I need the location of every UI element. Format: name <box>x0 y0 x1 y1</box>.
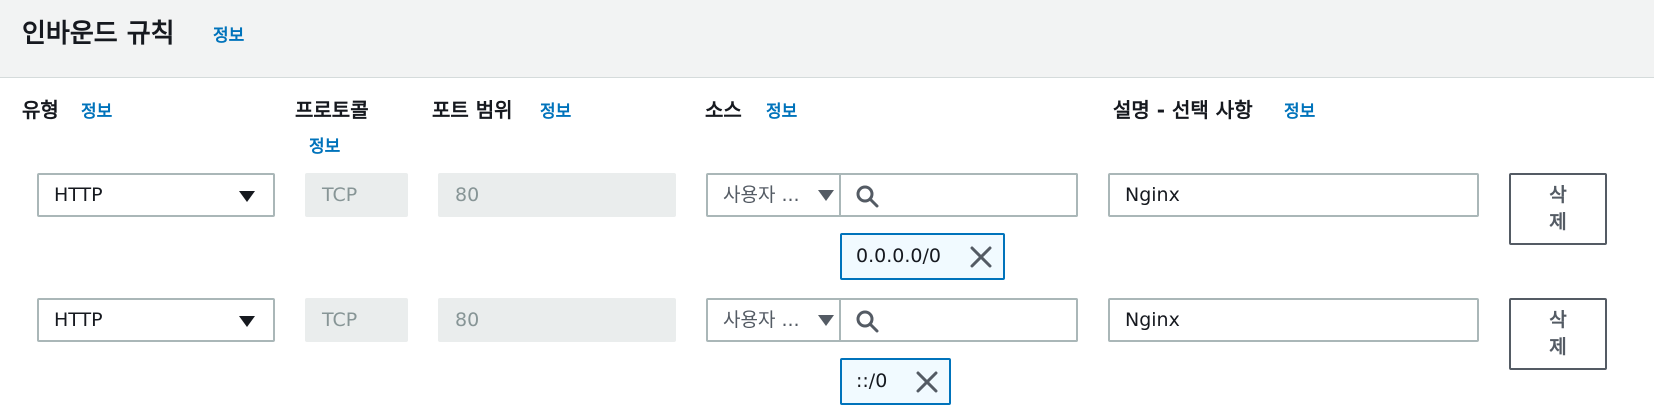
type-info-link[interactable]: 정보 <box>81 100 112 124</box>
protocol-field: TCP <box>305 173 408 217</box>
source-info-link[interactable]: 정보 <box>766 100 797 124</box>
column-label-port-range: 포트 범위 <box>432 98 513 122</box>
column-label-description: 설명 - 선택 사항 <box>1113 98 1253 122</box>
port-range-value: 80 <box>455 184 480 206</box>
description-input[interactable] <box>1110 175 1477 215</box>
delete-rule-button[interactable]: 삭제 <box>1509 173 1607 245</box>
caret-down-icon <box>818 190 834 201</box>
search-icon <box>856 185 879 208</box>
search-icon <box>856 310 879 333</box>
description-field[interactable] <box>1108 173 1479 217</box>
delete-rule-label: 삭제 <box>1549 309 1567 358</box>
cidr-token: ::/0 <box>840 358 951 405</box>
description-field[interactable] <box>1108 298 1479 342</box>
source-type-value: 사용자 ... <box>723 309 800 331</box>
close-icon[interactable] <box>915 370 939 394</box>
column-label-type: 유형 <box>22 98 59 122</box>
header-info-link[interactable]: 정보 <box>213 24 244 48</box>
source-search-input[interactable] <box>841 298 1078 342</box>
protocol-info-link[interactable]: 정보 <box>309 135 340 159</box>
description-input[interactable] <box>1110 300 1477 340</box>
port-range-info-link[interactable]: 정보 <box>540 100 571 124</box>
delete-rule-label: 삭제 <box>1549 184 1567 233</box>
cidr-token-value: ::/0 <box>856 370 888 392</box>
type-select-value: HTTP <box>54 184 103 206</box>
type-select[interactable]: HTTP <box>37 173 275 217</box>
caret-down-icon <box>818 315 834 326</box>
page-title: 인바운드 규칙 <box>22 19 175 49</box>
cidr-token: 0.0.0.0/0 <box>840 233 1005 280</box>
source-search-input[interactable] <box>841 173 1078 217</box>
delete-rule-button[interactable]: 삭제 <box>1509 298 1607 370</box>
source-type-value: 사용자 ... <box>723 184 800 206</box>
source-type-select[interactable]: 사용자 ... <box>706 298 841 342</box>
caret-down-icon <box>239 316 255 327</box>
column-label-protocol: 프로토콜 <box>295 98 369 122</box>
description-info-link[interactable]: 정보 <box>1284 100 1315 124</box>
protocol-value: TCP <box>322 309 358 331</box>
protocol-value: TCP <box>322 184 358 206</box>
port-range-field: 80 <box>438 173 676 217</box>
port-range-field: 80 <box>438 298 676 342</box>
column-label-source: 소스 <box>705 98 742 122</box>
panel-header: 인바운드 규칙 정보 <box>0 0 1654 78</box>
type-select[interactable]: HTTP <box>37 298 275 342</box>
source-type-select[interactable]: 사용자 ... <box>706 173 841 217</box>
type-select-value: HTTP <box>54 309 103 331</box>
close-icon[interactable] <box>969 245 993 269</box>
port-range-value: 80 <box>455 309 480 331</box>
cidr-token-value: 0.0.0.0/0 <box>856 245 941 267</box>
protocol-field: TCP <box>305 298 408 342</box>
caret-down-icon <box>239 191 255 202</box>
